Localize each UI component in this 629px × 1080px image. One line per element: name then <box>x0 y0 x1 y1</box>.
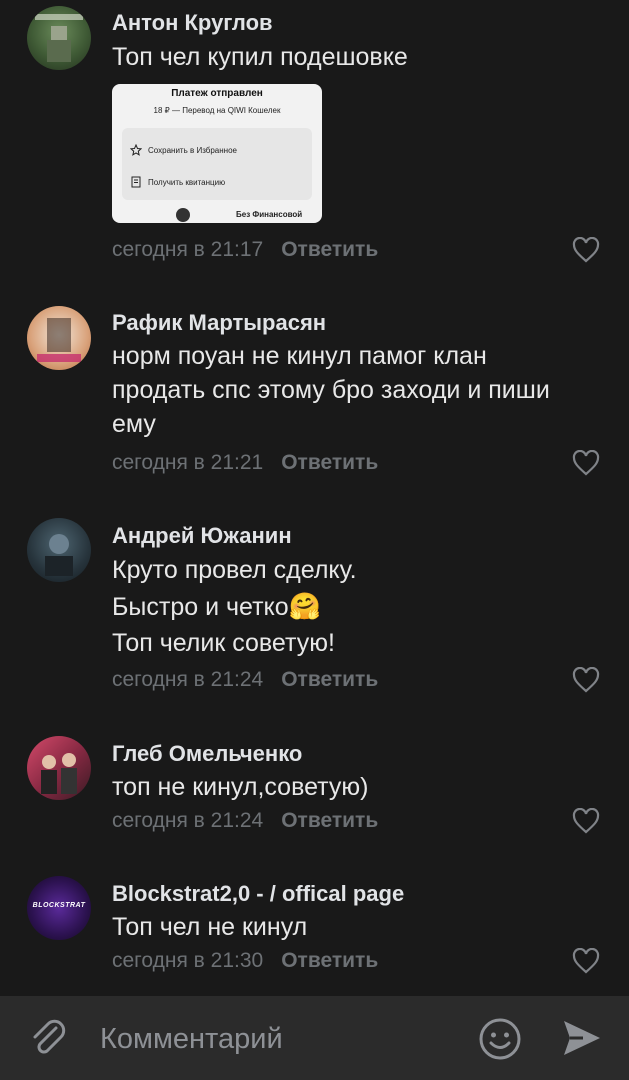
comment-composer: Комментарий <box>0 996 629 1080</box>
comment-line: продать спс этому бро заходи и пиши <box>112 376 550 404</box>
reply-button[interactable]: Ответить <box>281 809 378 832</box>
comment-time: сегодня в 21:24 <box>112 668 264 691</box>
comment-time: сегодня в 21:30 <box>112 949 264 972</box>
comment-author[interactable]: Blockstrat2,0 - / offical page <box>112 881 404 907</box>
comment-line: Круто провел сделку. <box>112 556 357 584</box>
attachment-action: Сохранить в Избранное <box>148 146 237 155</box>
avatar[interactable] <box>27 736 91 800</box>
avatar[interactable] <box>27 518 91 582</box>
comment-text: норм поуан не кинул памог клан продать с… <box>112 339 592 441</box>
avatar[interactable] <box>27 6 91 70</box>
avatar-image <box>35 14 83 62</box>
attachment-card: Сохранить в Избранное Получить квитанцию <box>122 128 312 200</box>
attachment-footer: Без Финансовой <box>236 210 303 219</box>
comment-author[interactable]: Глеб Омельченко <box>112 741 302 767</box>
comment-input[interactable]: Комментарий <box>100 1023 283 1056</box>
avatar-image <box>45 534 73 576</box>
send-icon[interactable] <box>561 1018 603 1058</box>
star-icon <box>130 144 142 156</box>
comment-text: Топ чел не кинул <box>112 910 592 944</box>
avatar[interactable]: BLOCKSTRAT <box>27 876 91 940</box>
paperclip-icon[interactable] <box>28 1016 70 1060</box>
comment-line: ему <box>112 410 156 438</box>
comment-meta: сегодня в 21:30 Ответить <box>112 949 378 973</box>
comment-line: топ не кинул,советую) <box>112 773 369 801</box>
like-heart-icon[interactable] <box>572 948 600 974</box>
comment-line-text: Быстро и четко <box>112 593 289 621</box>
like-heart-icon[interactable] <box>572 450 600 476</box>
avatar-image <box>37 318 81 362</box>
attachment-avatar <box>176 208 190 222</box>
like-heart-icon[interactable] <box>572 808 600 834</box>
comment-time: сегодня в 21:21 <box>112 451 264 474</box>
comment-time: сегодня в 21:24 <box>112 809 264 832</box>
comment-meta: сегодня в 21:24 Ответить <box>112 668 378 692</box>
hugging-emoji: 🤗 <box>288 591 322 621</box>
reply-button[interactable]: Ответить <box>281 949 378 972</box>
avatar-logo-text: BLOCKSTRAT <box>32 902 86 909</box>
like-heart-icon[interactable] <box>572 237 600 263</box>
emoji-icon[interactable] <box>478 1017 522 1061</box>
avatar-image <box>41 753 77 794</box>
attachment-subtitle: 18 ₽ — Перевод на QIWI Кошелек <box>153 106 281 115</box>
comment-line: Топ челик советую! <box>112 629 335 657</box>
reply-button[interactable]: Ответить <box>281 451 378 474</box>
comment-author[interactable]: Антон Круглов <box>112 10 273 36</box>
avatar[interactable] <box>27 306 91 370</box>
comment-author[interactable]: Рафик Мартырасян <box>112 310 326 336</box>
like-heart-icon[interactable] <box>572 667 600 693</box>
comment-text: топ не кинул,советую) <box>112 770 592 804</box>
comment-text: Круто провел сделку. Быстро и четко🤗 Топ… <box>112 552 592 661</box>
attachment-title: Платеж отправлен <box>171 88 263 99</box>
comment-line: Топ чел не кинул <box>112 913 308 941</box>
comment-text: Топ чел купил подешовке <box>112 40 592 74</box>
comment-meta: сегодня в 21:17 Ответить <box>112 238 378 262</box>
comment-meta: сегодня в 21:21 Ответить <box>112 451 378 475</box>
comment-item: Антон Круглов Топ чел купил подешовке Пл… <box>0 0 629 280</box>
comment-line: Быстро и четко🤗 <box>112 588 592 625</box>
comment-time: сегодня в 21:17 <box>112 238 264 261</box>
attachment-action: Получить квитанцию <box>148 178 226 187</box>
attached-screenshot[interactable]: Платеж отправлен 18 ₽ — Перевод на QIWI … <box>112 84 322 223</box>
comment-author[interactable]: Андрей Южанин <box>112 523 292 549</box>
reply-button[interactable]: Ответить <box>281 668 378 691</box>
comment-line: норм поуан не кинул памог клан <box>112 342 487 370</box>
comment-meta: сегодня в 21:24 Ответить <box>112 809 378 833</box>
receipt-icon <box>131 176 141 188</box>
comment-line: Топ чел купил подешовке <box>112 43 408 71</box>
reply-button[interactable]: Ответить <box>281 238 378 261</box>
